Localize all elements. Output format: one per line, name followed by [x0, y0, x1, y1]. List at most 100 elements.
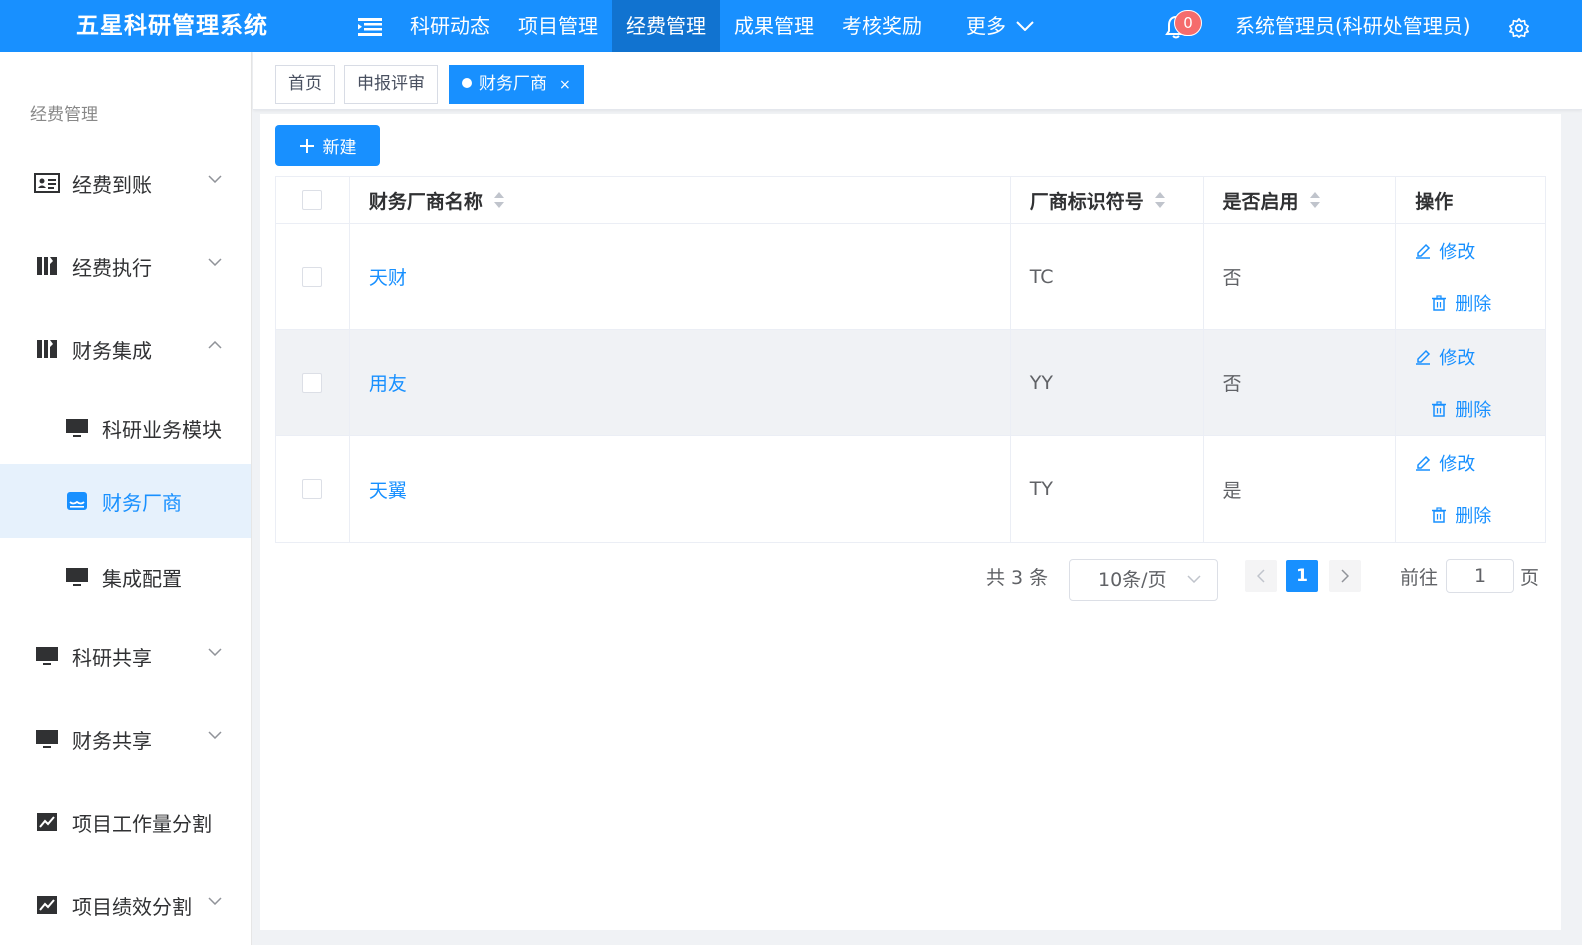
vendor-code: YY	[1029, 371, 1054, 394]
sidebar-item-keyan-yewu-mokuai[interactable]: 科研业务模块	[0, 398, 251, 458]
gear-icon[interactable]	[1508, 17, 1530, 39]
select-all-checkbox[interactable]	[302, 190, 323, 210]
sidebar-item-jingfei-zhixing[interactable]: 经费执行	[0, 236, 251, 296]
vendor-code: TC	[1029, 265, 1054, 288]
delete-button[interactable]: 删除	[1431, 396, 1491, 422]
chevron-down-icon	[1016, 21, 1034, 31]
delete-label: 删除	[1455, 293, 1492, 315]
book-icon	[34, 255, 60, 277]
row-checkbox[interactable]	[302, 372, 323, 393]
column-title: 厂商标识符号	[1029, 190, 1144, 213]
sidebar-item-caiwu-changshang[interactable]: 财务厂商	[0, 464, 251, 538]
plus-icon	[299, 138, 314, 153]
nav-keyan-dongtai[interactable]: 科研动态	[396, 0, 504, 52]
prev-page-button[interactable]	[1245, 560, 1277, 592]
delete-label: 删除	[1455, 506, 1492, 527]
monitor-icon	[34, 728, 60, 750]
pagination: 共 3 条 10条/页 1 前往 页	[260, 559, 1561, 601]
tab-shenbao-pingshen[interactable]: 申报评审	[344, 65, 438, 104]
sort-icon[interactable]	[1309, 191, 1321, 209]
tab-caiwu-changshang[interactable]: 财务厂商 ×	[449, 65, 584, 104]
chevron-down-icon	[208, 175, 222, 183]
chevron-down-icon	[1187, 575, 1201, 583]
sidebar-item-caiwu-gongxiang[interactable]: 财务共享	[0, 709, 251, 769]
id-card-icon	[34, 172, 60, 194]
table-row: 天翼 TY 是 修改 删除	[276, 436, 1545, 542]
new-button[interactable]: 新建	[275, 125, 380, 166]
user-name[interactable]: 系统管理员(科研处管理员)	[1235, 0, 1471, 52]
edit-label: 修改	[1439, 241, 1476, 263]
edit-button[interactable]: 修改	[1415, 238, 1475, 264]
trash-icon	[1432, 507, 1447, 523]
sidebar-item-jicheng-peizhi[interactable]: 集成配置	[0, 547, 251, 607]
nav-xiangmu-guanli[interactable]: 项目管理	[504, 0, 612, 52]
chevron-right-icon	[1341, 569, 1349, 583]
nav-jingfei-guanli[interactable]: 经费管理	[612, 0, 720, 52]
page-size-select[interactable]: 10条/页	[1069, 559, 1218, 601]
line-chart-icon	[34, 894, 60, 916]
next-page-button[interactable]	[1329, 560, 1361, 592]
sidebar-item-label: 财务厂商	[102, 490, 182, 515]
chevron-down-icon	[208, 897, 222, 905]
chevron-down-icon	[208, 648, 222, 656]
sidebar-item-label: 经费到账	[72, 172, 152, 197]
vendor-name-link[interactable]: 天翼	[369, 476, 407, 503]
table-row: 天财 TC 否 修改 删除	[276, 224, 1545, 330]
vendor-table: 财务厂商名称 厂商标识符号 是否启用 操作 天财 TC 否 修改 删除 用友 Y…	[275, 176, 1546, 543]
vendor-enabled: 是	[1222, 479, 1242, 502]
page-number-current[interactable]: 1	[1286, 560, 1318, 592]
chevron-up-icon	[208, 341, 222, 349]
sidebar-item-xiangmu-jixiao-fenge[interactable]: 项目绩效分割	[0, 875, 251, 935]
chevron-left-icon	[1257, 569, 1265, 583]
sidebar-item-label: 科研共享	[72, 645, 152, 670]
vendor-enabled: 否	[1222, 267, 1242, 289]
vendor-code: TY	[1029, 478, 1054, 500]
close-icon[interactable]: ×	[559, 67, 571, 104]
delete-button[interactable]: 删除	[1431, 290, 1491, 316]
table-row: 用友 YY 否 修改 删除	[276, 330, 1545, 436]
vendor-enabled: 否	[1222, 373, 1242, 395]
sidebar-item-caiwu-jicheng[interactable]: 财务集成	[0, 319, 251, 379]
column-header-code[interactable]: 厂商标识符号	[1011, 177, 1204, 223]
column-title: 财务厂商名称	[368, 190, 483, 213]
page-size-value: 10条/页	[1098, 569, 1167, 591]
nav-chengguo-guanli[interactable]: 成果管理	[720, 0, 828, 52]
sort-icon[interactable]	[493, 191, 505, 209]
trash-icon	[1432, 294, 1447, 311]
row-checkbox[interactable]	[302, 479, 323, 499]
page-suffix: 页	[1520, 567, 1540, 589]
edit-label: 修改	[1439, 454, 1476, 475]
notification-badge: 0	[1174, 10, 1202, 36]
goto-label: 前往	[1400, 567, 1439, 589]
row-checkbox[interactable]	[302, 266, 323, 287]
sidebar-item-keyan-gongxiang[interactable]: 科研共享	[0, 626, 251, 686]
sidebar-item-label: 财务集成	[72, 338, 152, 363]
edit-label: 修改	[1439, 347, 1476, 369]
chevron-down-icon	[208, 258, 222, 266]
trash-icon	[1432, 400, 1447, 417]
delete-button[interactable]: 删除	[1431, 502, 1491, 528]
nav-more[interactable]: 更多	[936, 0, 1048, 52]
monitor-icon	[64, 566, 90, 588]
nav-kaohe-jiangli[interactable]: 考核奖励	[828, 0, 936, 52]
column-header-actions: 操作	[1396, 177, 1545, 223]
column-header-name[interactable]: 财务厂商名称	[350, 177, 1011, 223]
edit-button[interactable]: 修改	[1415, 344, 1475, 370]
edit-icon	[1416, 243, 1431, 259]
column-header-enabled[interactable]: 是否启用	[1204, 177, 1397, 223]
vendor-name-link[interactable]: 天财	[369, 263, 407, 290]
new-button-label: 新建	[322, 138, 357, 158]
goto-page-input[interactable]	[1446, 559, 1514, 593]
sort-icon[interactable]	[1154, 191, 1166, 209]
menu-toggle-icon[interactable]	[358, 17, 382, 37]
app-title: 五星科研管理系统	[76, 13, 268, 39]
sidebar: 经费管理 经费到账 经费执行 财务集成 科研业务模块 财务厂商 集成配置 科研共…	[0, 52, 252, 945]
tags-view-bar: 首页 申报评审 财务厂商 ×	[253, 52, 1582, 110]
tab-home[interactable]: 首页	[275, 65, 335, 104]
edit-button[interactable]: 修改	[1415, 450, 1475, 476]
line-chart-icon	[34, 811, 60, 833]
sidebar-item-jingfei-daozhang[interactable]: 经费到账	[0, 153, 251, 213]
sidebar-item-xiangmu-gongzuoliang-fenge[interactable]: 项目工作量分割	[0, 792, 251, 852]
chevron-down-icon	[208, 731, 222, 739]
vendor-name-link[interactable]: 用友	[369, 369, 407, 396]
